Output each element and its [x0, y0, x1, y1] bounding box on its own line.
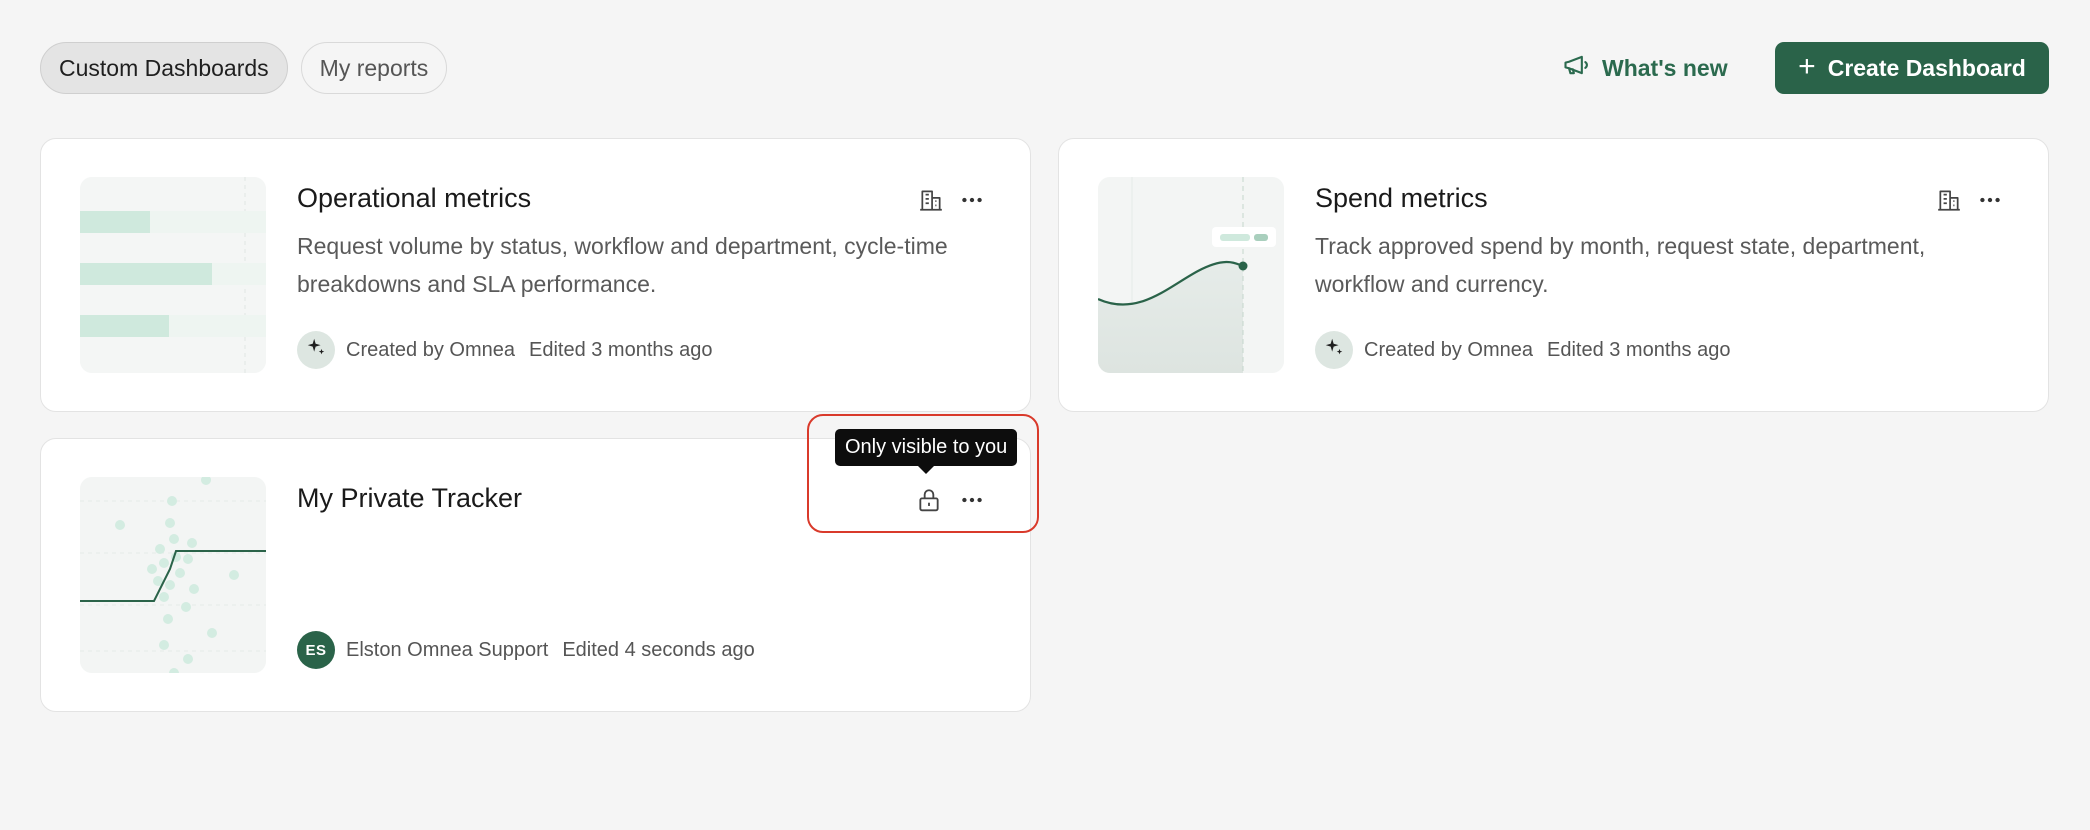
omnea-avatar [297, 331, 335, 369]
dashboard-tabs: Custom Dashboards My reports [40, 42, 448, 94]
create-dashboard-label: Create Dashboard [1827, 54, 2026, 81]
ellipsis-icon [962, 197, 982, 203]
create-dashboard-button[interactable]: + Create Dashboard [1775, 42, 2049, 94]
creator-label: Created by Omnea [346, 338, 515, 361]
sparkle-icon [1323, 336, 1345, 364]
card-title[interactable]: Spend metrics [1315, 183, 1488, 214]
card-meta: Created by Omnea Edited 3 months ago [297, 331, 712, 369]
card-meta: ES Elston Omnea Support Edited 4 seconds… [297, 631, 755, 669]
megaphone-icon [1562, 51, 1590, 85]
edited-label: Edited 4 seconds ago [562, 638, 755, 661]
card-description: Track approved spend by month, request s… [1315, 233, 1926, 297]
visibility-tooltip: Only visible to you [835, 429, 1018, 474]
ellipsis-icon [1980, 197, 2000, 203]
tab-custom-dashboards[interactable]: Custom Dashboards [40, 42, 288, 94]
whats-new-button[interactable]: What's new [1562, 42, 1728, 94]
edited-label: Edited 3 months ago [528, 338, 713, 361]
dashboard-thumbnail [1098, 177, 1284, 373]
card-description: Request volume by status, workflow and d… [297, 233, 948, 297]
whats-new-label: What's new [1602, 54, 1728, 81]
card-title[interactable]: My Private Tracker [297, 483, 522, 514]
sparkle-icon [305, 336, 327, 364]
edited-label: Edited 3 months ago [1546, 338, 1731, 361]
omnea-avatar [1315, 331, 1353, 369]
more-options-button[interactable] [955, 183, 989, 217]
dashboard-card-spend-metrics[interactable]: Spend metrics Track approved spend by mo… [1058, 138, 2049, 412]
tab-my-reports[interactable]: My reports [300, 42, 448, 94]
creator-label: Elston Omnea Support [346, 638, 549, 661]
plus-icon: + [1798, 49, 1816, 83]
building-icon [1932, 183, 1966, 217]
dashboard-card-operational-metrics[interactable]: Operational metrics Request volume by st… [40, 138, 1031, 412]
dashboard-thumbnail [80, 477, 266, 673]
card-title[interactable]: Operational metrics [297, 183, 531, 214]
creator-label: Created by Omnea [1364, 338, 1533, 361]
building-icon [914, 183, 948, 217]
user-avatar: ES [297, 631, 335, 669]
dashboard-thumbnail [80, 177, 266, 373]
card-meta: Created by Omnea Edited 3 months ago [1315, 331, 1730, 369]
more-options-button[interactable] [1973, 183, 2007, 217]
